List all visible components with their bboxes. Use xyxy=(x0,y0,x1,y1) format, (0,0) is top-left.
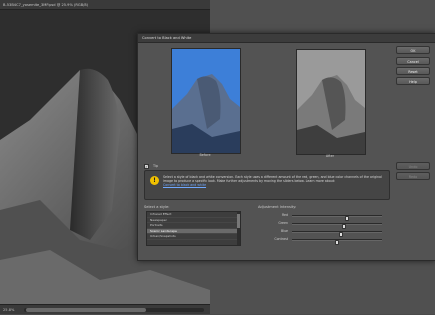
tip-learn-more-link[interactable]: Convert to black and white xyxy=(163,183,206,187)
tip-label: Tip xyxy=(153,164,159,168)
contrast-slider-row: Contrast xyxy=(258,236,430,245)
help-button[interactable]: Help xyxy=(396,77,430,85)
red-slider-row: Red xyxy=(258,212,430,221)
contrast-slider-label: Contrast xyxy=(274,237,288,241)
green-slider-row: Green xyxy=(258,220,430,229)
blue-slider-label: Blue xyxy=(280,229,288,233)
after-preview xyxy=(296,49,366,155)
style-list[interactable]: Infrared Effect Newspaper Portraits Scen… xyxy=(146,211,241,246)
red-slider-label: Red xyxy=(281,213,288,217)
undo-button[interactable]: Undo xyxy=(396,162,430,170)
style-list-scrollbar[interactable] xyxy=(237,212,240,245)
style-list-scroll-thumb[interactable] xyxy=(237,214,240,228)
style-item[interactable]: Urban/Snapshots xyxy=(147,234,240,240)
dialog-title-bar[interactable]: Convert to Black and White xyxy=(138,34,435,43)
document-status-bar: 25.8% xyxy=(0,304,210,314)
redo-button[interactable]: Redo xyxy=(396,172,430,180)
tip-panel: ! Select a style of black and white conv… xyxy=(144,170,390,200)
convert-bw-dialog: Convert to Black and White Before After … xyxy=(137,33,435,261)
contrast-slider-knob[interactable] xyxy=(335,240,339,245)
contrast-slider-track[interactable] xyxy=(292,239,382,245)
tip-body: Select a style of black and white conver… xyxy=(163,175,382,184)
after-image xyxy=(297,50,365,154)
cancel-button[interactable]: Cancel xyxy=(396,57,430,65)
blue-slider-row: Blue xyxy=(258,228,430,237)
style-heading: Select a style: xyxy=(144,205,170,209)
dialog-title: Convert to Black and White xyxy=(142,36,192,40)
tip-text: Select a style of black and white conver… xyxy=(163,175,385,188)
zoom-readout[interactable]: 25.8% xyxy=(3,308,14,312)
reset-button[interactable]: Reset xyxy=(396,67,430,75)
tip-checkbox[interactable]: ✓ xyxy=(144,164,149,169)
scrollbar-thumb[interactable] xyxy=(26,308,146,312)
red-slider-track[interactable] xyxy=(292,215,382,221)
document-title-bar[interactable]: B-53B4C7_yosemite_3MP.psd @ 25.9% (RGB/8… xyxy=(0,0,210,10)
adjustment-heading: Adjustment Intensity: xyxy=(258,205,297,209)
horizontal-scrollbar[interactable] xyxy=(24,308,204,312)
green-slider-track[interactable] xyxy=(292,223,382,229)
blue-slider-track[interactable] xyxy=(292,231,382,237)
document-title: B-53B4C7_yosemite_3MP.psd @ 25.9% (RGB/8… xyxy=(3,3,89,7)
before-preview xyxy=(171,48,241,154)
after-caption: After xyxy=(325,154,335,158)
green-slider-label: Green xyxy=(278,221,288,225)
before-image xyxy=(172,49,240,153)
lightbulb-icon: ! xyxy=(150,176,159,185)
before-caption: Before xyxy=(199,153,211,157)
ok-button[interactable]: OK xyxy=(396,46,430,54)
